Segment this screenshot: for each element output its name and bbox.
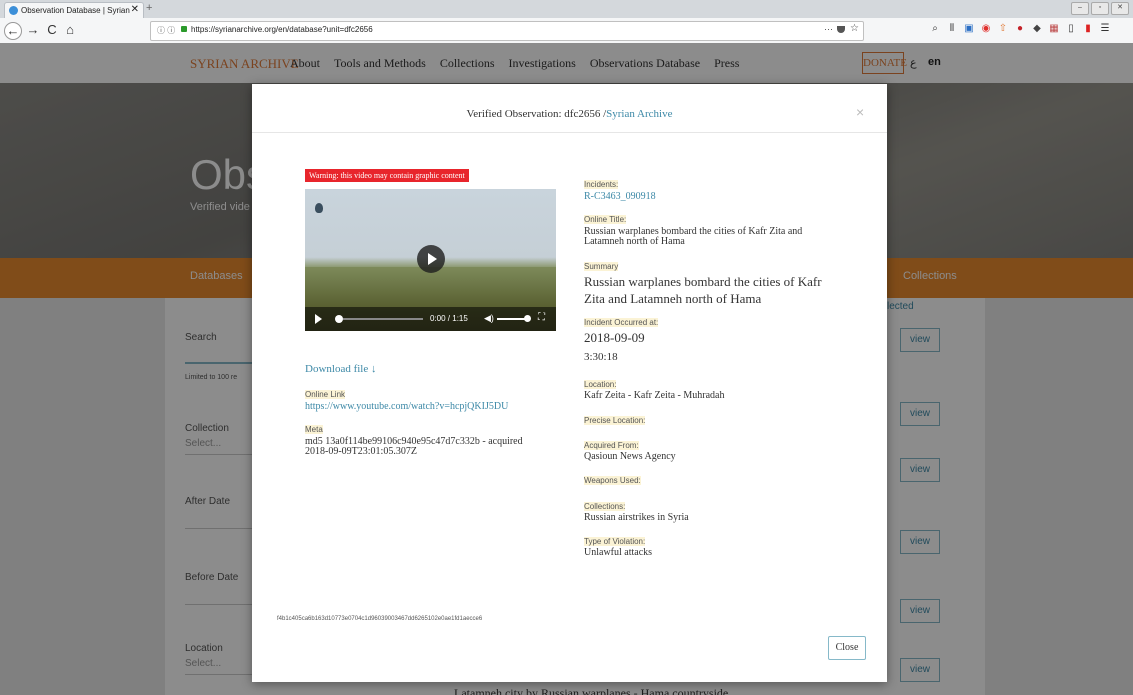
- video-time: 0:00 / 1:15: [430, 314, 468, 323]
- forward-button[interactable]: →: [25, 22, 41, 38]
- observation-modal: Verified Observation: dfc2656 /Syrian Ar…: [252, 84, 887, 682]
- pocket-icon[interactable]: [837, 26, 845, 33]
- download-link[interactable]: Download file ↓: [305, 363, 376, 375]
- reload-button[interactable]: C: [44, 22, 60, 38]
- url-text[interactable]: https://syrianarchive.org/en/database?un…: [191, 25, 373, 34]
- incidents-label: Incidents:: [584, 180, 619, 189]
- menu-icon[interactable]: ☰: [1100, 24, 1110, 34]
- incidents-link[interactable]: R-C3463_090918: [584, 191, 656, 202]
- volume-slider[interactable]: [497, 318, 525, 320]
- precise-location-label: Precise Location:: [584, 416, 646, 425]
- back-button[interactable]: ←: [4, 22, 22, 40]
- home-button[interactable]: ⌂: [62, 22, 78, 38]
- lock-icon: [181, 26, 187, 32]
- window-close-button[interactable]: ✕: [1111, 2, 1129, 15]
- online-link[interactable]: https://www.youtube.com/watch?v=hcpjQKIJ…: [305, 401, 508, 412]
- bookmark-star-icon[interactable]: ☆: [850, 23, 859, 34]
- video-controls: 0:00 / 1:15 ◀) ⛶: [305, 307, 556, 331]
- addon-icon[interactable]: ⇧: [998, 24, 1008, 34]
- tab-title: Observation Database | Syrian: [21, 6, 130, 15]
- seek-bar[interactable]: [343, 318, 423, 320]
- summary-line2: Zita and Latamneh north of Hama: [584, 291, 762, 306]
- video-player[interactable]: 0:00 / 1:15 ◀) ⛶: [305, 189, 556, 331]
- collections-label: Collections:: [584, 502, 626, 511]
- acquired-label: Acquired From:: [584, 441, 639, 450]
- weapons-label: Weapons Used:: [584, 476, 641, 485]
- violation-value: Unlawful attacks: [584, 547, 653, 558]
- online-title-label: Online Title:: [584, 215, 627, 224]
- modal-header: Verified Observation: dfc2656 /Syrian Ar…: [252, 84, 887, 133]
- pocket-extension-icon[interactable]: ◉: [981, 24, 991, 34]
- modal-title-link[interactable]: Syrian Archive: [606, 108, 672, 120]
- red-extension-icon[interactable]: ▮: [1083, 24, 1093, 34]
- address-bar[interactable]: ⓘ ⓘ https://syrianarchive.org/en/databas…: [150, 21, 864, 41]
- page-actions-button[interactable]: ···: [824, 24, 833, 34]
- modal-title: Verified Observation: dfc2656 /Syrian Ar…: [252, 108, 887, 120]
- summary-line1: Russian warplanes bombard the cities of …: [584, 274, 822, 289]
- collections-value: Russian airstrikes in Syria: [584, 512, 689, 523]
- occurred-time: 3:30:18: [584, 351, 618, 363]
- fullscreen-icon[interactable]: ⛶: [538, 312, 545, 323]
- occurred-label: Incident Occurred at:: [584, 318, 659, 327]
- close-button[interactable]: Close: [828, 636, 866, 660]
- browser-nav-bar: ← → C ⌂ ⓘ ⓘ https://syrianarchive.org/en…: [0, 18, 1133, 44]
- graphic-warning-badge: Warning: this video may contain graphic …: [305, 169, 469, 182]
- location-label-modal: Location:: [584, 380, 617, 389]
- file-hash: f4b1c405ca6b163d10773e0704c1d96039003467…: [277, 616, 483, 622]
- extension-icon[interactable]: ▣: [964, 24, 974, 34]
- minimize-button[interactable]: –: [1071, 2, 1089, 15]
- channel-logo-icon: [315, 203, 323, 213]
- tab-close-button[interactable]: ✕: [131, 4, 139, 15]
- seek-handle[interactable]: [335, 315, 343, 323]
- sidebar-icon[interactable]: ▯: [1066, 24, 1076, 34]
- search-icon[interactable]: ⌕: [930, 24, 940, 34]
- volume-handle[interactable]: [524, 315, 531, 322]
- maximize-button[interactable]: ▫: [1091, 2, 1109, 15]
- new-tab-button[interactable]: +: [146, 2, 152, 14]
- flag-icon[interactable]: ▦: [1049, 24, 1059, 34]
- violation-label: Type of Violation:: [584, 537, 646, 546]
- meta-value-line2: 2018-09-09T23:01:05.307Z: [305, 446, 417, 457]
- browser-tab-bar: Observation Database | Syrian ✕ + – ▫ ✕: [0, 0, 1133, 19]
- site-favicon-icon: [9, 6, 18, 15]
- site-info-icon[interactable]: ⓘ ⓘ: [157, 25, 175, 36]
- modal-title-text: Verified Observation: dfc2656 /: [466, 108, 607, 120]
- acquired-value: Qasioun News Agency: [584, 451, 676, 462]
- bird-icon[interactable]: ◆: [1032, 24, 1042, 34]
- close-icon[interactable]: ×: [856, 104, 864, 120]
- summary-label: Summary: [584, 262, 619, 271]
- play-pause-icon[interactable]: [315, 314, 322, 324]
- location-value: Kafr Zeita - Kafr Zeita - Muhradah: [584, 390, 725, 401]
- occurred-date: 2018-09-09: [584, 330, 645, 345]
- toolbar-icons: ⌕ ⫴ ▣ ◉ ⇧ ● ◆ ▦ ▯ ▮ ☰: [930, 24, 1110, 34]
- online-link-label: Online Link: [305, 390, 346, 399]
- meta-label: Meta: [305, 425, 323, 434]
- ublock-icon[interactable]: ●: [1015, 24, 1025, 34]
- volume-icon[interactable]: ◀): [484, 313, 494, 324]
- window-controls: – ▫ ✕: [1071, 2, 1129, 15]
- library-icon[interactable]: ⫴: [947, 24, 957, 34]
- play-icon[interactable]: [417, 245, 445, 273]
- online-title-line2: Latamneh north of Hama: [584, 236, 685, 247]
- browser-tab[interactable]: Observation Database | Syrian ✕: [4, 2, 144, 19]
